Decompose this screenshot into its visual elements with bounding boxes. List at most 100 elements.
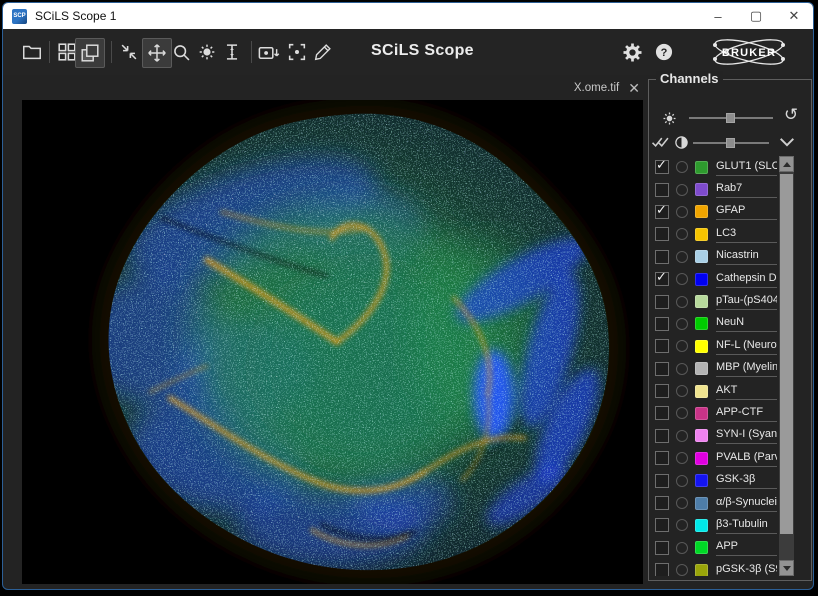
- channel-checkbox[interactable]: ✓: [655, 541, 669, 555]
- capture-region-button[interactable]: [284, 39, 310, 65]
- channel-solo-radio[interactable]: [676, 184, 688, 196]
- channel-checkbox[interactable]: ✓: [655, 362, 669, 376]
- channel-color-swatch[interactable]: [695, 183, 708, 196]
- export-snapshot-button[interactable]: [255, 39, 281, 65]
- channel-color-swatch[interactable]: [695, 362, 708, 375]
- brightness-button[interactable]: [194, 39, 220, 65]
- channel-label[interactable]: MBP (Myelin Ba: [716, 360, 777, 377]
- channel-color-swatch[interactable]: [695, 385, 708, 398]
- channel-solo-radio[interactable]: [676, 296, 688, 308]
- channel-color-swatch[interactable]: [695, 295, 708, 308]
- scrollbar-thumb[interactable]: [780, 174, 793, 534]
- channel-color-swatch[interactable]: [695, 250, 708, 263]
- channel-solo-radio[interactable]: [676, 273, 688, 285]
- channel-label[interactable]: NF-L (Neurofila: [716, 338, 777, 355]
- channel-checkbox[interactable]: ✓: [655, 183, 669, 197]
- brightness-slider-thumb[interactable]: [726, 113, 735, 123]
- channel-checkbox[interactable]: ✓: [655, 563, 669, 576]
- channel-color-swatch[interactable]: [695, 474, 708, 487]
- brightness-slider[interactable]: [689, 112, 773, 124]
- channel-solo-radio[interactable]: [676, 363, 688, 375]
- channel-checkbox[interactable]: ✓: [655, 227, 669, 241]
- channel-solo-radio[interactable]: [676, 251, 688, 263]
- close-button[interactable]: ✕: [775, 3, 813, 29]
- channel-solo-radio[interactable]: [676, 206, 688, 218]
- channel-label[interactable]: GFAP: [716, 203, 777, 220]
- minimize-button[interactable]: –: [699, 3, 737, 29]
- select-all-check-icon[interactable]: [651, 134, 671, 150]
- channel-label[interactable]: Cathepsin D: [716, 271, 777, 288]
- channel-checkbox[interactable]: ✓: [655, 160, 669, 174]
- channel-color-swatch[interactable]: [695, 429, 708, 442]
- channel-color-swatch[interactable]: [695, 564, 708, 576]
- scroll-up-button[interactable]: [779, 156, 794, 172]
- layers-button[interactable]: [75, 38, 105, 68]
- channel-checkbox[interactable]: ✓: [655, 451, 669, 465]
- channel-solo-radio[interactable]: [676, 407, 688, 419]
- contrast-slider[interactable]: [693, 137, 769, 149]
- image-canvas[interactable]: [22, 100, 643, 584]
- image-tab[interactable]: X.ome.tif ✕: [22, 76, 643, 99]
- channel-label[interactable]: Rab7: [716, 181, 777, 198]
- channel-label[interactable]: GSK-3β: [716, 472, 777, 489]
- channel-list-scrollbar[interactable]: [779, 156, 794, 576]
- channel-solo-radio[interactable]: [676, 519, 688, 531]
- chevron-down-icon[interactable]: [778, 135, 796, 149]
- channel-label[interactable]: LC3: [716, 226, 777, 243]
- channel-color-swatch[interactable]: [695, 273, 708, 286]
- channel-checkbox[interactable]: ✓: [655, 496, 669, 510]
- channel-solo-radio[interactable]: [676, 340, 688, 352]
- channel-label[interactable]: Nicastrin: [716, 248, 777, 265]
- channel-color-swatch[interactable]: [695, 541, 708, 554]
- channel-checkbox[interactable]: ✓: [655, 317, 669, 331]
- channel-solo-radio[interactable]: [676, 542, 688, 554]
- intensity-range-button[interactable]: [219, 39, 245, 65]
- channel-color-swatch[interactable]: [695, 519, 708, 532]
- channel-checkbox[interactable]: ✓: [655, 429, 669, 443]
- channel-label[interactable]: PVALB (Parvalb: [716, 450, 777, 467]
- channel-color-swatch[interactable]: [695, 317, 708, 330]
- channel-checkbox[interactable]: ✓: [655, 272, 669, 286]
- channel-label[interactable]: SYN-I (Syanpsin: [716, 427, 777, 444]
- channel-color-swatch[interactable]: [695, 205, 708, 218]
- channel-solo-radio[interactable]: [676, 475, 688, 487]
- annotate-pencil-button[interactable]: [310, 39, 336, 65]
- channel-color-swatch[interactable]: [695, 161, 708, 174]
- channel-label[interactable]: α/β-Synuclein: [716, 495, 777, 512]
- channel-label[interactable]: GLUT1 (SLC2A1: [716, 159, 777, 176]
- channel-solo-radio[interactable]: [676, 430, 688, 442]
- open-folder-button[interactable]: [19, 39, 45, 65]
- channel-checkbox[interactable]: ✓: [655, 384, 669, 398]
- channel-solo-radio[interactable]: [676, 228, 688, 240]
- channel-solo-radio[interactable]: [676, 452, 688, 464]
- channel-label[interactable]: pGSK-3β (S9): [716, 562, 777, 576]
- reset-icon[interactable]: ↺: [784, 106, 798, 123]
- scroll-down-button[interactable]: [779, 560, 794, 576]
- fit-to-view-button[interactable]: [116, 39, 142, 65]
- channel-solo-radio[interactable]: [676, 161, 688, 173]
- channel-solo-radio[interactable]: [676, 564, 688, 576]
- channel-checkbox[interactable]: ✓: [655, 339, 669, 353]
- channel-solo-radio[interactable]: [676, 318, 688, 330]
- channel-label[interactable]: NeuN: [716, 315, 777, 332]
- channel-label[interactable]: AKT: [716, 383, 777, 400]
- channel-checkbox[interactable]: ✓: [655, 474, 669, 488]
- channel-solo-radio[interactable]: [676, 497, 688, 509]
- channel-checkbox[interactable]: ✓: [655, 205, 669, 219]
- zoom-button[interactable]: [168, 39, 194, 65]
- channel-label[interactable]: APP-CTF: [716, 405, 777, 422]
- channel-label[interactable]: β3-Tubulin: [716, 517, 777, 534]
- channel-solo-radio[interactable]: [676, 385, 688, 397]
- channel-checkbox[interactable]: ✓: [655, 295, 669, 309]
- maximize-button[interactable]: ▢: [737, 3, 775, 29]
- settings-button[interactable]: [619, 39, 645, 65]
- channel-color-swatch[interactable]: [695, 228, 708, 241]
- tab-close-icon[interactable]: ✕: [628, 83, 640, 93]
- contrast-slider-thumb[interactable]: [726, 138, 735, 148]
- channel-color-swatch[interactable]: [695, 452, 708, 465]
- channel-label[interactable]: pTau-(pS404) (: [716, 293, 777, 310]
- channel-color-swatch[interactable]: [695, 497, 708, 510]
- channel-label[interactable]: APP: [716, 539, 777, 556]
- channel-color-swatch[interactable]: [695, 407, 708, 420]
- channel-checkbox[interactable]: ✓: [655, 250, 669, 264]
